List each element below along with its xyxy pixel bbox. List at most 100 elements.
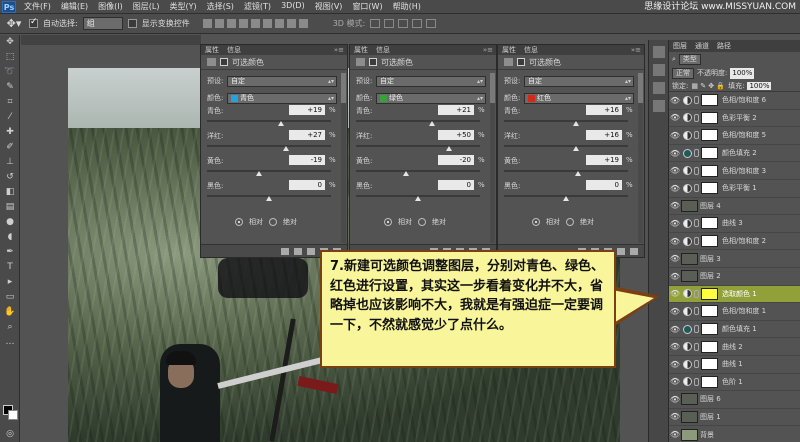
- tab-info[interactable]: 信息: [227, 45, 241, 55]
- layer-row[interactable]: 👁 颜色填充 2: [669, 145, 800, 163]
- auto-select-checkbox[interactable]: [29, 17, 38, 28]
- layer-row[interactable]: 👁 色相/饱和度 5: [669, 127, 800, 145]
- eye-icon[interactable]: 👁: [669, 360, 681, 369]
- layer-row[interactable]: 👁 色相/饱和度 1: [669, 303, 800, 321]
- clip-to-layer-icon[interactable]: [281, 247, 289, 255]
- eye-icon[interactable]: 👁: [669, 430, 681, 439]
- lock-icons[interactable]: ▦ ✎ ✥ 🔒: [691, 82, 725, 90]
- tab-properties[interactable]: 属性: [354, 45, 368, 55]
- layer-row[interactable]: 👁 色彩平衡 2: [669, 110, 800, 128]
- slider-track[interactable]: [356, 170, 480, 172]
- panel-collapse-icon[interactable]: »≡: [334, 46, 344, 54]
- lasso-icon[interactable]: ➰: [0, 65, 20, 80]
- slider-thumb[interactable]: [572, 121, 579, 126]
- panel-scrollbar[interactable]: [638, 73, 643, 243]
- slider-track[interactable]: [207, 145, 331, 147]
- slider-value-field[interactable]: +27: [289, 130, 325, 140]
- roll-3d-icon[interactable]: [384, 19, 395, 28]
- align-top-icon[interactable]: [202, 19, 212, 28]
- eyedropper-icon[interactable]: ⁄: [0, 110, 20, 125]
- layer-mask-thumbnail[interactable]: [701, 323, 718, 336]
- tab-info[interactable]: 信息: [376, 45, 390, 55]
- brush-icon[interactable]: ✐: [0, 140, 20, 155]
- opacity-field[interactable]: 100%: [730, 67, 755, 79]
- layer-mask-thumbnail[interactable]: [701, 217, 718, 230]
- quick-mask-icon[interactable]: ◎: [0, 427, 20, 442]
- hand-icon[interactable]: ✋: [0, 305, 20, 320]
- crop-icon[interactable]: ⌗: [0, 95, 20, 110]
- layer-filter-dropdown[interactable]: 类型: [678, 53, 701, 65]
- slider-thumb[interactable]: [428, 121, 435, 126]
- tab-info[interactable]: 信息: [524, 45, 538, 55]
- eye-icon[interactable]: 👁: [669, 325, 681, 334]
- menu-item[interactable]: 帮助(H): [388, 1, 426, 12]
- preset-dropdown[interactable]: 自定 ▴▾: [376, 75, 486, 87]
- slider-thumb[interactable]: [256, 171, 263, 176]
- layer-mask-thumbnail[interactable]: [701, 111, 718, 124]
- rotate-3d-icon[interactable]: [370, 19, 381, 28]
- menu-item[interactable]: 编辑(E): [56, 1, 93, 12]
- eye-icon[interactable]: 👁: [669, 272, 681, 281]
- relative-radio[interactable]: [384, 218, 392, 226]
- mask-icon[interactable]: [517, 58, 525, 66]
- eye-icon[interactable]: 👁: [669, 377, 681, 386]
- menu-item[interactable]: 3D(D): [276, 1, 310, 12]
- slider-value-field[interactable]: 0: [289, 180, 325, 190]
- eye-icon[interactable]: 👁: [669, 201, 681, 210]
- eye-icon[interactable]: 👁: [669, 412, 681, 421]
- show-transform-checkbox[interactable]: [127, 19, 137, 28]
- slider-value-field[interactable]: +16: [586, 105, 622, 115]
- layer-row[interactable]: 👁 色相/饱和度 3: [669, 162, 800, 180]
- distribute-bottom-icon[interactable]: [298, 19, 308, 28]
- layer-mask-thumbnail[interactable]: [701, 358, 718, 371]
- eye-icon[interactable]: 👁: [669, 96, 681, 105]
- layer-row[interactable]: 👁 曲线 1: [669, 356, 800, 374]
- eye-icon[interactable]: 👁: [669, 342, 681, 351]
- layer-row[interactable]: 👁 色阶 1: [669, 374, 800, 392]
- dock-actions-icon[interactable]: [652, 64, 665, 76]
- slider-track[interactable]: [356, 145, 480, 147]
- eye-icon[interactable]: 👁: [669, 131, 681, 140]
- color-dropdown[interactable]: 红色 ▴▾: [524, 92, 634, 104]
- view-previous-icon[interactable]: [294, 247, 302, 255]
- slider-track[interactable]: [504, 145, 628, 147]
- slider-value-field[interactable]: +19: [289, 105, 325, 115]
- slide-3d-icon[interactable]: [412, 19, 423, 28]
- relative-radio[interactable]: [235, 218, 243, 226]
- slider-track[interactable]: [207, 170, 331, 172]
- background-color[interactable]: [8, 410, 18, 420]
- dock-brush-icon[interactable]: [652, 82, 665, 94]
- layer-row[interactable]: 👁 色彩平衡 1: [669, 180, 800, 198]
- eye-icon[interactable]: 👁: [669, 254, 681, 263]
- slider-track[interactable]: [504, 120, 628, 122]
- mask-icon[interactable]: [369, 58, 377, 66]
- slider-value-field[interactable]: 0: [586, 180, 622, 190]
- align-middle-icon[interactable]: [214, 19, 224, 28]
- shape-icon[interactable]: ▭: [0, 290, 20, 305]
- slider-thumb[interactable]: [415, 196, 421, 201]
- layer-mask-thumbnail[interactable]: [701, 94, 718, 107]
- color-dropdown[interactable]: 青色 ▴▾: [227, 92, 337, 104]
- layer-mask-thumbnail[interactable]: [701, 375, 718, 388]
- layer-mask-thumbnail[interactable]: [701, 235, 718, 248]
- layer-mask-thumbnail[interactable]: [701, 129, 718, 142]
- slider-thumb[interactable]: [575, 171, 582, 176]
- drag-3d-icon[interactable]: [398, 19, 409, 28]
- slider-value-field[interactable]: +19: [586, 155, 622, 165]
- layer-mask-thumbnail[interactable]: [701, 287, 718, 300]
- distribute-middle-icon[interactable]: [286, 19, 296, 28]
- layer-row[interactable]: 👁 背景: [669, 426, 800, 442]
- layer-row[interactable]: 👁 色相/饱和度 2: [669, 233, 800, 251]
- eye-icon[interactable]: 👁: [669, 184, 681, 193]
- tab-layers[interactable]: 图层: [673, 41, 687, 51]
- layer-row[interactable]: 👁 色相/饱和度 6: [669, 92, 800, 110]
- relative-radio[interactable]: [532, 218, 540, 226]
- color-swatches[interactable]: [3, 405, 19, 421]
- reset-icon[interactable]: [307, 247, 315, 255]
- mask-icon[interactable]: [220, 58, 228, 66]
- marquee-icon[interactable]: ⬚: [0, 50, 20, 65]
- pen-icon[interactable]: ✒: [0, 245, 20, 260]
- menu-item[interactable]: 图像(I): [93, 1, 128, 12]
- align-right-icon[interactable]: [262, 19, 272, 28]
- slider-value-field[interactable]: +50: [438, 130, 474, 140]
